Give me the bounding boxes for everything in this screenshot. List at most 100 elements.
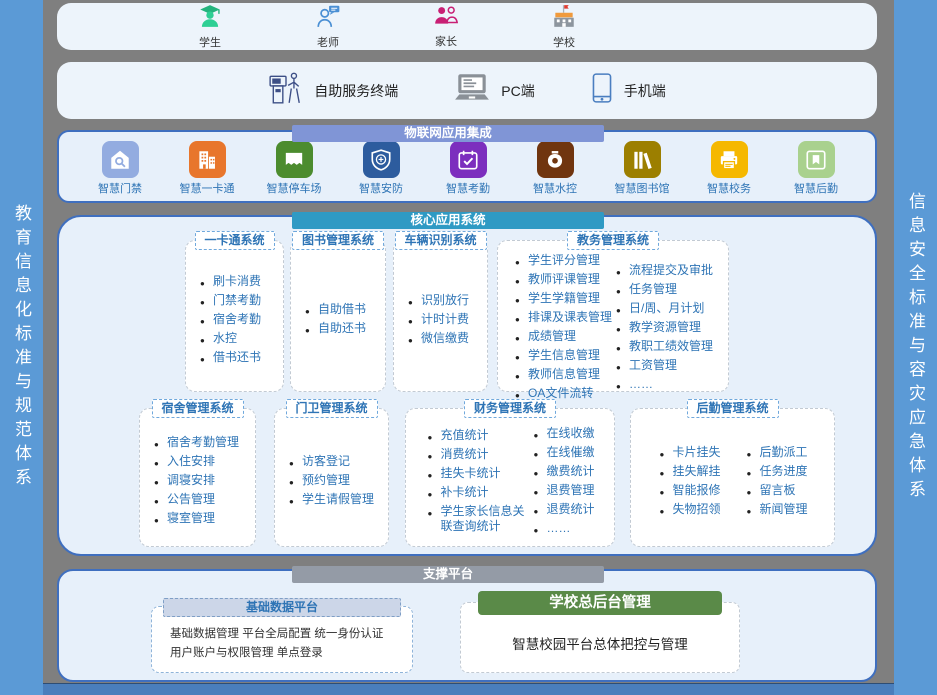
dorm-system-title: 宿舍管理系统 xyxy=(151,399,243,418)
feature-item: 公告管理 xyxy=(154,492,249,507)
student-icon xyxy=(197,4,223,33)
feature-item: 学生信息管理 xyxy=(515,348,612,363)
support-platform-panel: 支撑平台 基础数据平台 基础数据管理 平台全局配置 统一身份认证 用户账户与权限… xyxy=(57,569,877,682)
terminal-kiosk-label: 自助服务终端 xyxy=(314,81,398,101)
role-parent: 家长 xyxy=(421,5,471,49)
right-security-pillar: 信息安全标准与容灾应急体系 xyxy=(894,0,937,695)
terminal-kiosk: 自助服务终端 xyxy=(268,70,398,111)
feature-item: 充值统计 xyxy=(427,428,529,443)
feature-item: 访客登记 xyxy=(289,454,382,469)
vehicle-system-title: 车辆识别系统 xyxy=(394,231,486,250)
school-admin-box: 学校总后台管理 智慧校园平台总体把控与管理 xyxy=(460,602,740,673)
iot-section-header: 物联网应用集成 xyxy=(292,125,604,142)
feature-item: 在线收缴 xyxy=(533,426,594,441)
role-school: 学校 xyxy=(539,4,589,50)
library-feature-list: 自助借书自助还书 xyxy=(291,241,385,391)
logistics-system-box: 后勤管理系统 卡片挂失挂失解挂智能报修失物招领 后勤派工任务进度留言板新闻管理 xyxy=(630,408,835,547)
base-content-line2: 用户账户与权限管理 单点登录 xyxy=(170,644,402,663)
role-teacher-label: 老师 xyxy=(317,34,339,50)
logistics-feature-col1: 卡片挂失挂失解挂智能报修失物招领 xyxy=(659,445,720,517)
feature-item: 任务管理 xyxy=(616,282,713,297)
smart-door-icon xyxy=(102,141,139,178)
bottom-base-strip xyxy=(43,683,894,695)
iot-parking: 智慧停车场 xyxy=(261,141,327,196)
feature-item: 识别放行 xyxy=(408,293,481,308)
feature-item: 教职工绩效管理 xyxy=(616,339,713,354)
terminal-mobile-label: 手机端 xyxy=(624,81,666,101)
self-service-kiosk-icon xyxy=(268,70,304,111)
iot-access-control: 智慧门禁 xyxy=(87,141,153,196)
pc-icon xyxy=(453,72,491,109)
gate-system-box: 门卫管理系统 访客登记预约管理学生请假管理 xyxy=(274,408,389,547)
feature-item: 宿舍考勤管理 xyxy=(154,435,249,450)
terminal-pc-label: PC端 xyxy=(501,81,534,101)
feature-item: 流程提交及审批 xyxy=(616,263,713,278)
smart-security-shield-icon xyxy=(363,141,400,178)
feature-item: 挂失卡统计 xyxy=(427,466,529,481)
role-teacher: 老师 xyxy=(303,4,353,50)
feature-item: 排课及课表管理 xyxy=(515,310,612,325)
base-data-platform-box: 基础数据平台 基础数据管理 平台全局配置 统一身份认证 用户账户与权限管理 单点… xyxy=(151,606,413,673)
role-student-label: 学生 xyxy=(199,34,221,50)
feature-item: 日/周、月计划 xyxy=(616,301,713,316)
role-school-label: 学校 xyxy=(553,34,575,50)
academic-feature-col2: 流程提交及审批任务管理日/周、月计划教学资源管理教职工绩效管理工资管理 …… xyxy=(616,263,713,392)
finance-system-box: 财务管理系统 充值统计消费统计挂失卡统计补卡统计学生家长信息关联查询统计 在线收… xyxy=(405,408,615,547)
support-section-header: 支撑平台 xyxy=(292,566,604,583)
finance-feature-col2: 在线收缴在线催缴缴费统计退费管理退费统计…… xyxy=(533,426,594,536)
iot-logistics: 智慧后勤 xyxy=(783,141,849,196)
library-system-title: 图书管理系统 xyxy=(292,231,384,250)
feature-item: …… xyxy=(533,521,594,536)
terminal-pc: PC端 xyxy=(453,72,534,109)
smart-attendance-calendar-icon xyxy=(450,141,487,178)
feature-item: 任务进度 xyxy=(747,464,808,479)
feature-item: 教学资源管理 xyxy=(616,320,713,335)
onecard-system-title: 一卡通系统 xyxy=(194,231,274,250)
core-systems-panel: 核心应用系统 一卡通系统 刷卡消费门禁考勤宿舍考勤水控借书还书 图书管理系统 自… xyxy=(57,215,877,556)
academic-feature-col1: 学生评分管理教师评课管理学生学籍管理排课及课表管理成绩管理学生信息管理教师信息管… xyxy=(515,253,612,401)
smart-parking-icon xyxy=(276,141,313,178)
feature-item: 自助还书 xyxy=(305,321,379,336)
vehicle-system-box: 车辆识别系统 识别放行计时计费微信缴费 xyxy=(393,240,488,392)
smart-affairs-printer-icon xyxy=(711,141,748,178)
left-standards-pillar: 教育信息化标准与规范体系 xyxy=(0,0,43,695)
feature-item: 借书还书 xyxy=(200,350,277,365)
parents-icon xyxy=(433,5,459,32)
feature-item: …… xyxy=(616,377,713,392)
feature-item: 调寝安排 xyxy=(154,473,249,488)
logistics-feature-columns: 卡片挂失挂失解挂智能报修失物招领 后勤派工任务进度留言板新闻管理 xyxy=(631,409,834,546)
feature-item: 缴费统计 xyxy=(533,464,594,479)
feature-item: 宿舍考勤 xyxy=(200,312,277,327)
finance-feature-columns: 充值统计消费统计挂失卡统计补卡统计学生家长信息关联查询统计 在线收缴在线催缴缴费… xyxy=(406,409,614,546)
terminal-mobile: 手机端 xyxy=(590,72,666,109)
feature-item: 成绩管理 xyxy=(515,329,612,344)
feature-item: 学生学籍管理 xyxy=(515,291,612,306)
feature-item: 计时计费 xyxy=(408,312,481,327)
academic-system-title: 教务管理系统 xyxy=(567,231,659,250)
access-terminals-panel: 自助服务终端 PC端 手机端 xyxy=(57,62,877,119)
feature-item: 挂失解挂 xyxy=(659,464,720,479)
base-data-platform-title: 基础数据平台 xyxy=(163,598,401,617)
feature-item: 消费统计 xyxy=(427,447,529,462)
feature-item: 寝室管理 xyxy=(154,511,249,526)
feature-item: 教师评课管理 xyxy=(515,272,612,287)
feature-item: 失物招领 xyxy=(659,502,720,517)
base-content-line1: 基础数据管理 平台全局配置 统一身份认证 xyxy=(170,625,402,644)
feature-item: 退费管理 xyxy=(533,483,594,498)
feature-item: 水控 xyxy=(200,331,277,346)
feature-item: 微信缴费 xyxy=(408,331,481,346)
feature-item: 教师信息管理 xyxy=(515,367,612,382)
iot-library: 智慧图书馆 xyxy=(609,141,675,196)
dorm-feature-list: 宿舍考勤管理入住安排调寝安排公告管理寝室管理 xyxy=(140,409,255,546)
logistics-feature-col2: 后勤派工任务进度留言板新闻管理 xyxy=(747,445,808,517)
school-admin-title: 学校总后台管理 xyxy=(478,591,722,615)
feature-item: 工资管理 xyxy=(616,358,713,373)
vehicle-feature-list: 识别放行计时计费微信缴费 xyxy=(394,241,487,391)
iot-attendance: 智慧考勤 xyxy=(435,141,501,196)
iot-onecard: 智慧一卡通 xyxy=(174,141,240,196)
feature-item: 卡片挂失 xyxy=(659,445,720,460)
feature-item: 在线催缴 xyxy=(533,445,594,460)
left-pillar-label: 教育信息化标准与规范体系 xyxy=(9,204,34,492)
feature-item: 学生请假管理 xyxy=(289,492,382,507)
finance-feature-col1: 充值统计消费统计挂失卡统计补卡统计学生家长信息关联查询统计 xyxy=(427,428,529,534)
